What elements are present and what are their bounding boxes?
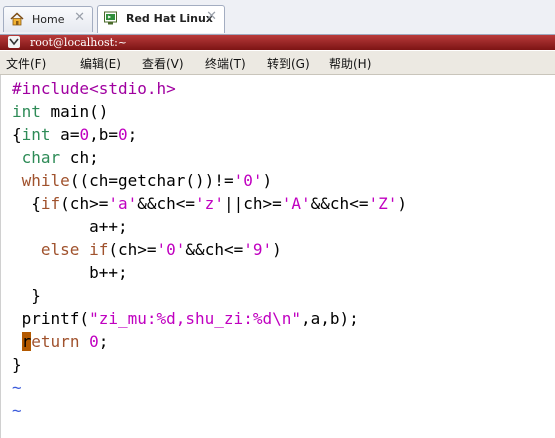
code-token: if xyxy=(40,194,61,213)
terminal-vm-icon xyxy=(104,11,118,25)
code-line: } xyxy=(12,353,407,376)
tab-red-hat-linux-label: Red Hat Linux xyxy=(126,12,213,25)
tab-home-label: Home xyxy=(32,13,65,26)
code-token: b++; xyxy=(12,263,128,282)
code-token: 0 xyxy=(79,125,90,144)
menu-view[interactable]: 查看(V) xyxy=(142,55,184,72)
code-token: ,b= xyxy=(89,125,118,144)
code-token: } xyxy=(12,286,41,305)
code-token: if xyxy=(89,240,109,259)
code-line: #include<stdio.h> xyxy=(12,77,407,100)
code-token: int xyxy=(12,102,41,121)
code-token: eturn xyxy=(31,332,80,351)
code-line: while((ch=getchar())!='0') xyxy=(12,169,407,192)
code-token: '9' xyxy=(243,240,273,259)
window-menu-icon[interactable] xyxy=(8,36,20,48)
code-line: else if(ch>='0'&&ch<='9') xyxy=(12,238,407,261)
code-token: ,a,b); xyxy=(300,309,359,328)
code-token: ||ch>= xyxy=(223,194,282,213)
code-token: printf( xyxy=(12,309,90,328)
code-token: { xyxy=(12,125,22,144)
code-token: ((ch=getchar())!= xyxy=(69,171,234,190)
code-token: ~ xyxy=(12,401,22,420)
code-token: &&ch<= xyxy=(310,194,369,213)
code-line: int main() xyxy=(12,100,407,123)
code-token: 'z' xyxy=(195,194,224,213)
code-token: (ch>= xyxy=(60,194,109,213)
tab-home[interactable]: Home ✕ xyxy=(3,6,93,32)
close-icon[interactable]: ✕ xyxy=(206,9,217,24)
tab-red-hat-linux[interactable]: Red Hat Linux ✕ xyxy=(97,5,225,33)
code-token: ; xyxy=(127,125,138,144)
menu-bar: 文件(F) 编辑(E) 查看(V) 终端(T) 转到(G) 帮助(H) xyxy=(0,51,555,75)
code-token: '0' xyxy=(233,171,263,190)
close-icon[interactable]: ✕ xyxy=(74,10,85,25)
code-line: {if(ch>='a'&&ch<='z'||ch>='A'&&ch<='Z') xyxy=(12,192,407,215)
menu-file[interactable]: 文件(F) xyxy=(6,55,46,72)
code-token: 0 xyxy=(89,332,99,351)
code-token: &&ch<= xyxy=(185,240,244,259)
code-line: a++; xyxy=(12,215,407,238)
code-token: 'Z' xyxy=(368,194,398,213)
code-token: (ch>= xyxy=(108,240,157,259)
code-token: ) xyxy=(272,240,282,259)
code-token: a= xyxy=(50,125,80,144)
code-token: 'A' xyxy=(281,194,311,213)
code-token: 'a' xyxy=(108,194,138,213)
menu-terminal[interactable]: 终端(T) xyxy=(205,55,246,72)
menu-edit[interactable]: 编辑(E) xyxy=(80,55,121,72)
code-line: {int a=0,b=0; xyxy=(12,123,407,146)
code-token: a++; xyxy=(12,217,128,236)
home-icon xyxy=(10,12,24,26)
code-line: printf("zi_mu:%d,shu_zi:%d\n",a,b); xyxy=(12,307,407,330)
code-token: ~ xyxy=(12,378,22,397)
code-line: b++; xyxy=(12,261,407,284)
code-token: int xyxy=(21,125,51,144)
code-line: ~ xyxy=(12,399,407,422)
menu-help[interactable]: 帮助(H) xyxy=(329,55,371,72)
menu-go[interactable]: 转到(G) xyxy=(267,55,310,72)
text-cursor: r xyxy=(21,332,32,351)
window-title-bar: root@localhost:~ xyxy=(0,35,555,50)
tab-bar: Home ✕ Red Hat Linux ✕ xyxy=(0,0,555,35)
code-token: #include<stdio.h> xyxy=(12,79,176,98)
code-line: char ch; xyxy=(12,146,407,169)
code-token: main() xyxy=(40,102,109,121)
code-line: } xyxy=(12,284,407,307)
code-token: ; xyxy=(98,332,109,351)
code-token: ) xyxy=(262,171,273,190)
code-token: ) xyxy=(397,194,407,213)
code-token: while xyxy=(21,171,70,190)
code-token: } xyxy=(12,355,22,374)
code-token: else xyxy=(40,240,80,259)
code-token: char xyxy=(21,148,61,167)
code-token: &&ch<= xyxy=(137,194,196,213)
code-token: { xyxy=(12,194,41,213)
code-line: return 0; xyxy=(12,330,407,353)
window-title: root@localhost:~ xyxy=(30,36,127,49)
code-token: '0' xyxy=(156,240,186,259)
code-token: ch; xyxy=(60,148,99,167)
code-token: 0 xyxy=(118,125,128,144)
code-line: ~ xyxy=(12,376,407,399)
editor-text: #include<stdio.h> int main() {int a=0,b=0;… xyxy=(12,77,407,422)
code-token: "zi_mu:%d,shu_zi:%d\n" xyxy=(89,309,301,328)
terminal-area[interactable]: #include<stdio.h> int main() {int a=0,b=0;… xyxy=(0,75,555,438)
